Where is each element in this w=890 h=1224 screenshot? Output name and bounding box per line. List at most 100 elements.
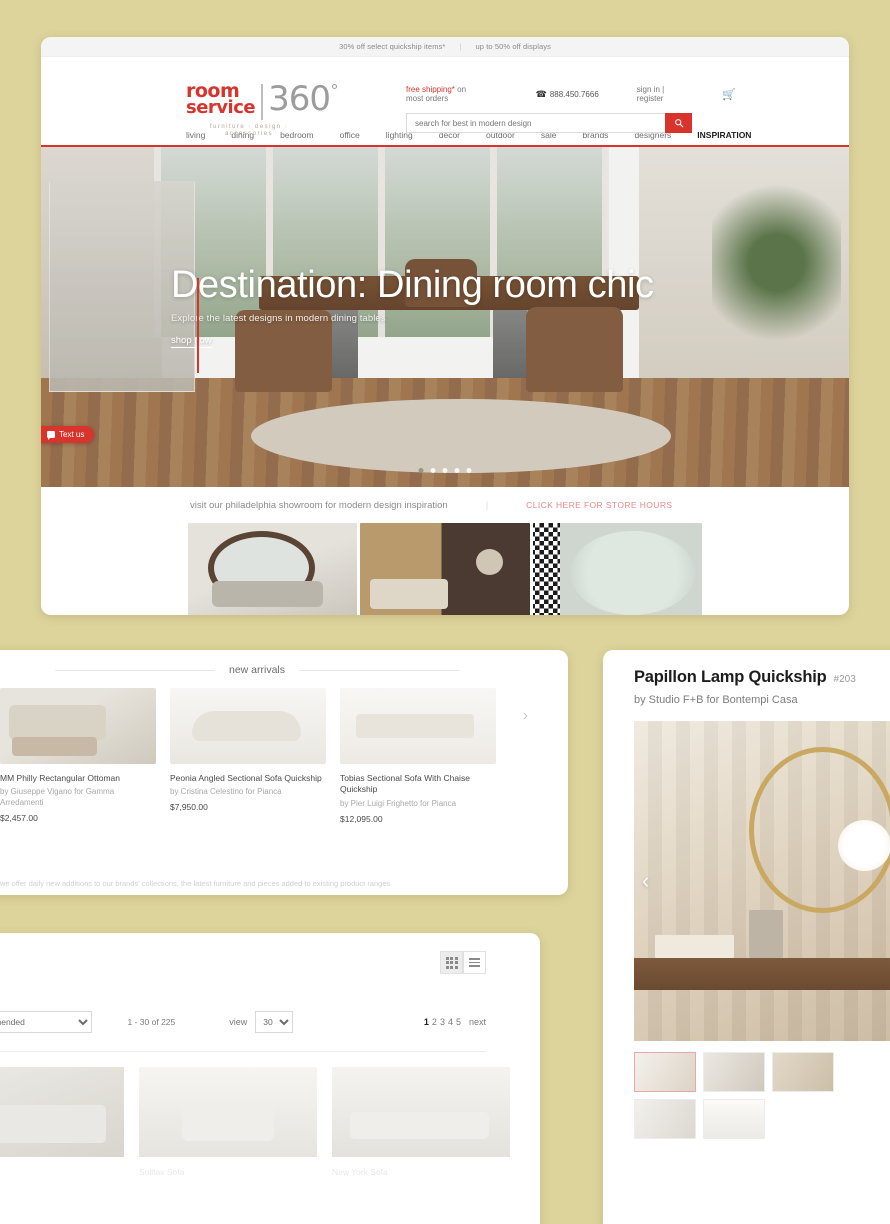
product-designer: by Pier Luigi Frighetto for Pianca bbox=[340, 798, 457, 808]
product-name: A Plus Sofa bbox=[0, 1167, 124, 1177]
showroom-message: visit our philadelphia showroom for mode… bbox=[190, 499, 448, 511]
text-us-label: Text us bbox=[59, 430, 85, 439]
search-icon bbox=[674, 119, 683, 128]
thumbnail-1[interactable] bbox=[634, 1052, 696, 1092]
pagination-next[interactable]: next bbox=[469, 1017, 486, 1027]
dining-table-tile[interactable] bbox=[532, 523, 702, 615]
product-name: Tobias Sectional Sofa With Chaise Quicks… bbox=[340, 773, 470, 795]
product-card[interactable]: Solitax Sofa bbox=[139, 1067, 317, 1177]
product-price: $2,457.00 bbox=[0, 813, 38, 824]
logo-wordmark: room service bbox=[186, 81, 256, 119]
page-2[interactable]: 2 bbox=[432, 1017, 437, 1027]
product-image[interactable] bbox=[170, 688, 326, 764]
new-arrivals-card: new arrivals MM Philly Rectangular Ottom… bbox=[0, 650, 568, 895]
site-header: room service 360 furniture · design · ac… bbox=[41, 57, 849, 137]
header-utility-area: free shipping* on most orders ☎ 888.450.… bbox=[406, 85, 736, 133]
product-card[interactable]: Tobias Sectional Sofa With Chaise Quicks… bbox=[340, 688, 496, 824]
site-logo[interactable]: room service 360 furniture · design · ac… bbox=[186, 81, 337, 137]
search-input[interactable] bbox=[406, 113, 665, 133]
hero-dot-5[interactable] bbox=[466, 468, 472, 473]
thumbnail-4[interactable] bbox=[634, 1099, 696, 1139]
hero-banner: Destination: Dining room chic Explore th… bbox=[41, 147, 849, 487]
living-room-tile[interactable] bbox=[188, 523, 358, 615]
hero-title: Destination: Dining room chic bbox=[171, 264, 654, 306]
hero-dot-2[interactable] bbox=[430, 468, 436, 473]
page-5[interactable]: 5 bbox=[456, 1017, 461, 1027]
pagination: 1 2 3 4 5 next bbox=[424, 1017, 486, 1027]
hero-carousel-dots bbox=[418, 468, 472, 473]
nav-item-office[interactable]: office bbox=[340, 130, 360, 140]
grid-view-icon bbox=[445, 956, 458, 969]
carousel-next-icon[interactable]: › bbox=[523, 708, 528, 723]
free-shipping-note: free shipping* on most orders bbox=[406, 85, 476, 103]
listing-toolbar: by recommended 1 - 30 of 225 view 30 1 2… bbox=[0, 1007, 540, 1037]
logo-360-text: 360 bbox=[268, 79, 331, 119]
logo-tagline: furniture · design · accessories bbox=[209, 123, 289, 137]
list-view-icon bbox=[469, 958, 480, 967]
inspiration-tiles bbox=[41, 523, 849, 615]
product-main-image[interactable]: ‹ bbox=[634, 721, 890, 1041]
chevron-left-icon[interactable]: ‹ bbox=[642, 870, 649, 892]
product-grid: A Plus Sofa Solitax Sofa New York Sofa bbox=[0, 1067, 540, 1177]
store-hours-link[interactable]: CLICK HERE FOR STORE HOURS bbox=[526, 500, 672, 510]
per-page-select[interactable]: 30 bbox=[255, 1011, 294, 1033]
rule-right bbox=[299, 669, 460, 671]
thumbnail-2[interactable] bbox=[703, 1052, 765, 1092]
homepage-screenshot-card: 30% off select quickship items* | up to … bbox=[41, 37, 849, 615]
list-view-button[interactable] bbox=[463, 951, 486, 974]
product-card[interactable]: New York Sofa bbox=[332, 1067, 510, 1177]
hero-copy: Destination: Dining room chic Explore th… bbox=[171, 264, 654, 373]
bedroom-tile[interactable] bbox=[360, 523, 530, 615]
hero-shop-now-link[interactable]: shop now bbox=[171, 335, 212, 348]
new-arrivals-carousel: MM Philly Rectangular Ottoman by Giusepp… bbox=[0, 676, 568, 824]
search-bar bbox=[406, 113, 692, 133]
cart-icon[interactable]: 🛒 bbox=[722, 88, 736, 101]
hero-dot-3[interactable] bbox=[442, 468, 448, 473]
product-detail-heading: Papillon Lamp Quickship #203 bbox=[634, 668, 890, 687]
free-shipping-accent: free shipping* bbox=[406, 85, 455, 94]
product-card[interactable]: Peonia Angled Sectional Sofa Quickship b… bbox=[170, 688, 326, 824]
result-count: 1 - 30 of 225 bbox=[127, 1017, 176, 1027]
product-title: Papillon Lamp Quickship bbox=[634, 668, 827, 686]
logo-360: 360 bbox=[268, 82, 337, 116]
chat-bubble-icon bbox=[47, 431, 55, 440]
listing-divider bbox=[0, 1051, 486, 1052]
hero-subtitle: Explore the latest designs in modern din… bbox=[171, 313, 386, 324]
product-card[interactable]: MM Philly Rectangular Ottoman by Giusepp… bbox=[0, 688, 156, 824]
phone-link[interactable]: ☎ 888.450.7666 bbox=[536, 89, 599, 100]
thumbnail-5[interactable] bbox=[703, 1099, 765, 1139]
product-name: Solitax Sofa bbox=[139, 1167, 185, 1177]
product-designer: by Cristina Celestino for Pianca bbox=[170, 787, 282, 797]
showroom-separator: | bbox=[485, 499, 489, 511]
lamp-globe-shape bbox=[838, 820, 890, 872]
sign-in-register-link[interactable]: sign in | register bbox=[637, 85, 675, 103]
page-4[interactable]: 4 bbox=[448, 1017, 453, 1027]
promo-right-text[interactable]: up to 50% off displays bbox=[475, 42, 550, 51]
phone-number: 888.450.7666 bbox=[549, 89, 599, 99]
product-thumbnail-strip bbox=[634, 1052, 890, 1139]
product-image[interactable] bbox=[340, 688, 496, 764]
promo-left-text[interactable]: 30% off select quickship items* bbox=[339, 42, 445, 51]
product-image[interactable] bbox=[332, 1067, 510, 1157]
product-image[interactable] bbox=[0, 688, 156, 764]
hero-dot-4[interactable] bbox=[454, 468, 460, 473]
degree-icon bbox=[332, 84, 337, 89]
product-designer: by Studio F+B for Bontempi Casa bbox=[634, 694, 798, 706]
product-name: MM Philly Rectangular Ottoman bbox=[0, 773, 120, 783]
hero-dot-1[interactable] bbox=[418, 468, 424, 473]
product-card[interactable]: A Plus Sofa bbox=[0, 1067, 124, 1177]
view-toggle bbox=[440, 951, 486, 974]
product-designer: by Giuseppe Vigano for Gamma Arredamenti bbox=[0, 787, 115, 808]
sort-select[interactable]: recommended bbox=[0, 1011, 92, 1033]
search-button[interactable] bbox=[665, 113, 692, 133]
product-image[interactable] bbox=[139, 1067, 317, 1157]
product-image[interactable] bbox=[0, 1067, 124, 1157]
logo-line-service: service bbox=[186, 97, 256, 119]
page-1[interactable]: 1 bbox=[424, 1017, 429, 1027]
new-arrivals-title: new arrivals bbox=[228, 664, 286, 676]
page-3[interactable]: 3 bbox=[440, 1017, 445, 1027]
grid-view-button[interactable] bbox=[440, 951, 463, 974]
thumbnail-3[interactable] bbox=[772, 1052, 834, 1092]
promo-bar: 30% off select quickship items* | up to … bbox=[41, 37, 849, 57]
text-us-button[interactable]: Text us bbox=[41, 426, 95, 443]
